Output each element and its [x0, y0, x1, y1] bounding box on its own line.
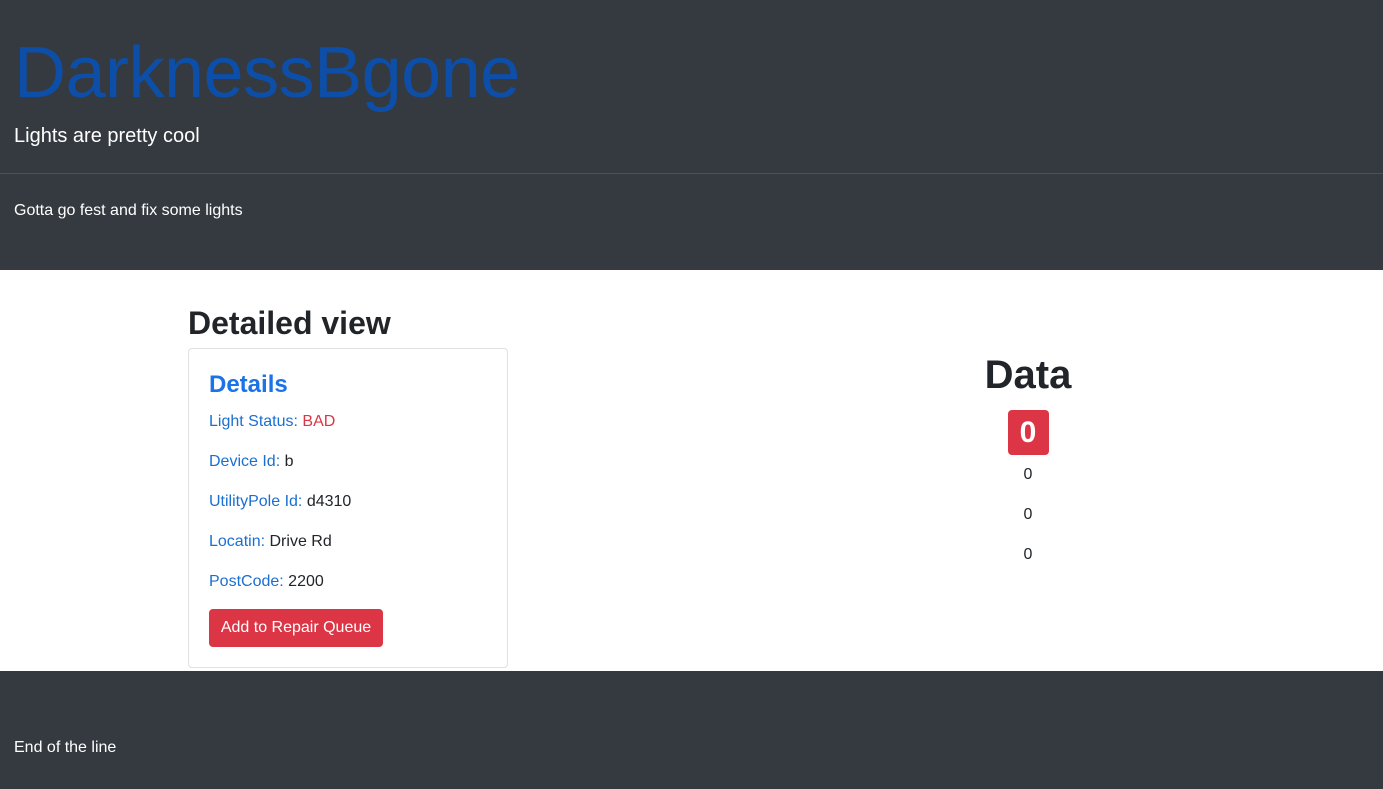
detail-row-utility-pole-id: UtilityPole Id: d4310 [209, 491, 351, 513]
status-value: BAD [302, 413, 336, 430]
detail-value: b [284, 453, 294, 470]
detail-row-location: Locatin: Drive Rd [209, 531, 332, 553]
detail-row-device-id: Device Id: b [209, 451, 294, 473]
details-card: Details Light Status: BAD Device Id: b U… [188, 348, 508, 668]
detail-label: Light Status: [209, 413, 298, 430]
detail-label: Device Id: [209, 453, 281, 470]
data-value: 0 [1023, 506, 1033, 523]
detail-row-postcode: PostCode: 2200 [209, 571, 324, 593]
detail-value: 2200 [288, 573, 324, 590]
add-to-repair-queue-button[interactable]: Add to Repair Queue [209, 609, 383, 647]
header-lead-text: Gotta go fest and fix some lights [14, 202, 243, 219]
detail-label: PostCode: [209, 573, 284, 590]
data-panel: Data 0 0 0 0 [928, 352, 1128, 575]
page-header: DarknessBgone Lights are pretty cool Got… [0, 0, 1383, 270]
detail-value: d4310 [306, 493, 352, 510]
brand-title: DarknessBgone [14, 33, 520, 113]
detail-label: UtilityPole Id: [209, 493, 303, 510]
card-title: Details [209, 371, 288, 398]
data-count-badge: 0 [1007, 410, 1049, 455]
page-footer: End of the line [0, 671, 1383, 789]
tagline: Lights are pretty cool [14, 125, 200, 147]
detail-label: Locatin: [209, 533, 266, 550]
data-value: 0 [1023, 466, 1033, 483]
page-title: Detailed view [188, 305, 391, 341]
header-divider [0, 173, 1383, 174]
data-title: Data [984, 353, 1072, 397]
footer-text: End of the line [14, 739, 117, 756]
detail-value: Drive Rd [269, 533, 332, 550]
data-value: 0 [1023, 546, 1033, 563]
detail-row-light-status: Light Status: BAD [209, 411, 335, 433]
